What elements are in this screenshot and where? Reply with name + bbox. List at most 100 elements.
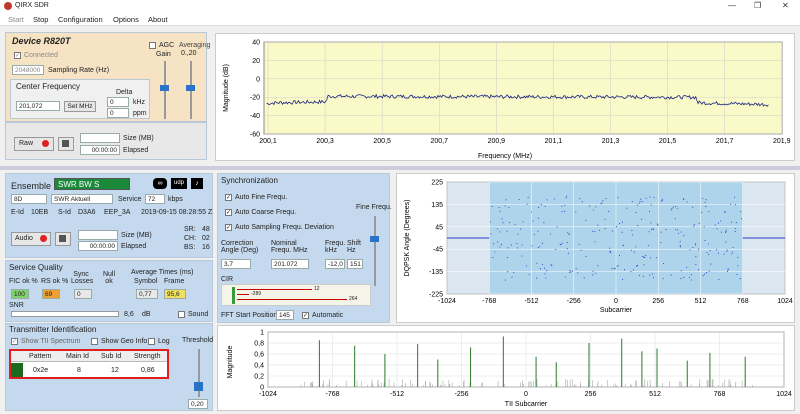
delta-ppm-input[interactable]: 0 — [107, 108, 129, 118]
center-frequency-input[interactable]: 201,072 — [16, 101, 60, 111]
constellation-point — [695, 244, 697, 246]
fft-start-value[interactable]: 145 — [276, 310, 294, 320]
snr-bar — [11, 311, 119, 317]
correction-angle-value: 3,7 — [221, 259, 251, 269]
menu-options[interactable]: Options — [113, 15, 139, 24]
constellation-point — [641, 200, 643, 202]
service-select[interactable]: SWR Aktuell — [51, 194, 113, 204]
spectrum-chart: 40 20 0 -20 -40 -60 200,1 200,3 200,5 200,7 200,9 2… — [215, 33, 795, 161]
show-geo-checkbox[interactable] — [91, 338, 98, 345]
constellation-point — [566, 242, 568, 244]
constellation-point — [539, 268, 541, 270]
x-axis-label: Frequency (MHz) — [478, 153, 532, 160]
menu-start[interactable]: Start — [8, 15, 24, 24]
constellation-point — [688, 276, 690, 278]
constellation-point — [661, 198, 663, 200]
speaker-icon[interactable]: ♪ — [191, 178, 203, 189]
constellation-point — [540, 203, 542, 205]
menu-about[interactable]: About — [148, 15, 168, 24]
tii-cell-pattern[interactable]: 0x2e — [33, 367, 48, 374]
averaging-slider-thumb[interactable] — [186, 85, 195, 91]
center-frequency-title: Center Frequency — [16, 82, 81, 91]
constellation-point — [491, 205, 493, 207]
constellation-point — [490, 221, 492, 223]
symbol-label: Symbol — [134, 278, 158, 285]
constellation-point — [546, 270, 548, 272]
delta-khz-input[interactable]: 0 — [107, 97, 129, 107]
connected-checkbox[interactable]: ✓ — [14, 52, 21, 59]
stop-icon — [62, 140, 69, 147]
plot-area — [263, 41, 783, 135]
sound-checkbox[interactable] — [178, 311, 185, 318]
shift-hz-label: Shift Hz — [347, 240, 362, 254]
constellation-point — [703, 226, 705, 228]
tii-cell-main-id[interactable]: 8 — [77, 367, 81, 374]
sr-label: SR: — [184, 226, 196, 233]
sync-title: Synchronization — [221, 176, 278, 185]
agc-checkbox[interactable] — [149, 42, 156, 49]
center-frequency-panel: Center Frequency 201,072 Set MHz Delta 0… — [10, 79, 150, 119]
udp-icon[interactable]: udp — [171, 178, 187, 189]
splitter[interactable] — [0, 166, 800, 170]
fine-freq-slider[interactable] — [374, 216, 376, 286]
constellation-point — [645, 197, 647, 199]
auto-sampling-checkbox[interactable]: ✓ — [225, 224, 232, 231]
sound-label: Sound — [188, 311, 209, 318]
constellation-point — [718, 278, 720, 280]
x-tick-label: 768 — [737, 298, 749, 305]
constellation-point — [533, 234, 535, 236]
constellation-point — [709, 250, 711, 252]
log-checkbox[interactable] — [148, 338, 155, 345]
raw-elapsed-label: Elapsed — [123, 147, 149, 154]
show-tii-spectrum-checkbox[interactable]: ✓ — [11, 338, 18, 345]
sid-value: D3A6 — [78, 209, 96, 216]
cir-peak-marker — [232, 287, 235, 304]
constellation-point — [611, 268, 613, 270]
constellation-point — [648, 231, 650, 233]
constellation-point — [600, 203, 602, 205]
tii-row-indicator — [11, 363, 23, 377]
x-tick-label: -256 — [454, 391, 468, 398]
fine-freq-slider-thumb[interactable] — [370, 236, 379, 242]
constellation-chart: 225 135 45 -45 -135 -225 -1024 -768 -512 -256 0 256… — [396, 173, 795, 323]
set-mhz-button[interactable]: Set MHz — [64, 101, 96, 112]
minimize-icon[interactable]: — — [728, 1, 736, 10]
auto-coarse-checkbox[interactable]: ✓ — [225, 209, 232, 216]
constellation-point — [610, 252, 612, 254]
constellation-point — [622, 278, 624, 280]
block-select[interactable]: 8D — [11, 194, 47, 204]
x-tick-label: -1024 — [259, 391, 277, 398]
close-icon[interactable]: ✕ — [782, 1, 789, 10]
constellation-point — [592, 230, 594, 232]
auto-fine-checkbox[interactable]: ✓ — [225, 194, 232, 201]
menu-stop[interactable]: Stop — [33, 15, 48, 24]
bs-label: BS: — [184, 244, 196, 251]
automatic-checkbox[interactable]: ✓ — [302, 312, 309, 319]
snr-value: 8,6 — [124, 311, 134, 318]
constellation-point — [518, 198, 520, 201]
auto-coarse-label: Auto Coarse Frequ. — [235, 209, 297, 216]
constellation-point — [579, 198, 581, 200]
x-tick-label: -768 — [325, 391, 339, 398]
sampling-rate-field[interactable]: 2048000 — [12, 65, 44, 75]
correction-angle-label: Correction Angle (Deg) — [221, 240, 259, 254]
constellation-point — [740, 218, 743, 220]
constellation-point — [564, 276, 566, 278]
link-icon[interactable]: ∞ — [153, 178, 167, 189]
threshold-slider-thumb[interactable] — [194, 382, 203, 391]
constellation-point — [580, 249, 582, 251]
tii-cell-sub-id[interactable]: 12 — [111, 367, 119, 374]
audio-stop-icon — [59, 235, 66, 242]
constellation-point — [624, 269, 626, 271]
constellation-point — [697, 269, 700, 271]
constellation-point — [507, 247, 509, 249]
constellation-point — [671, 208, 673, 210]
constellation-point — [735, 222, 737, 224]
menu-configuration[interactable]: Configuration — [58, 15, 103, 24]
audio-elapsed-field: 00:00:00 — [78, 241, 118, 251]
tii-cell-strength[interactable]: 0,86 — [141, 367, 155, 374]
constellation-point — [660, 231, 662, 233]
constellation-point — [734, 204, 736, 206]
maximize-icon[interactable]: ❐ — [754, 1, 761, 10]
gain-slider-thumb[interactable] — [160, 85, 169, 91]
